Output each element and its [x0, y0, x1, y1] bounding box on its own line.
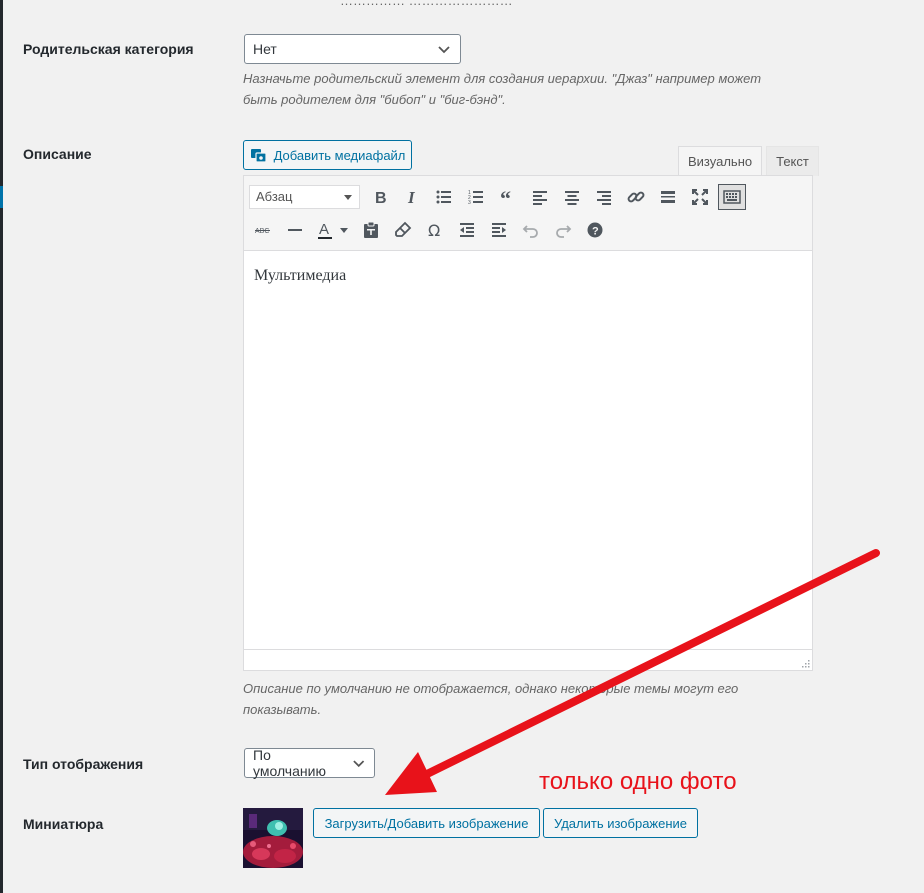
thumbnail-label: Миниатюра	[23, 816, 104, 832]
redo-icon[interactable]	[549, 217, 577, 243]
svg-text:3: 3	[468, 200, 471, 206]
chevron-down-icon	[438, 46, 450, 54]
strikethrough-icon[interactable]: ABC	[249, 217, 277, 243]
tab-text[interactable]: Текст	[766, 146, 819, 176]
annotation-text: только одно фото	[539, 768, 737, 795]
outdent-icon[interactable]	[453, 217, 481, 243]
link-icon[interactable]	[622, 184, 650, 210]
blockquote-icon[interactable]: “	[494, 184, 522, 210]
align-center-icon[interactable]	[558, 184, 586, 210]
read-more-icon[interactable]	[654, 184, 682, 210]
parent-category-hint: Назначьте родительский элемент для созда…	[243, 71, 762, 107]
editor-statusbar	[244, 649, 812, 670]
display-type-value: По умолчанию	[253, 747, 326, 779]
thumbnail-preview	[243, 808, 303, 868]
bullet-list-icon[interactable]	[430, 184, 458, 210]
description-hint: Описание по умолчанию не отображается, о…	[243, 681, 739, 717]
align-left-icon[interactable]	[526, 184, 554, 210]
fullscreen-icon[interactable]	[686, 184, 714, 210]
numbered-list-icon[interactable]: 123	[462, 184, 490, 210]
indent-icon[interactable]	[485, 217, 513, 243]
clear-formatting-icon[interactable]	[389, 217, 417, 243]
format-select[interactable]: Абзац	[249, 184, 360, 209]
toolbar-toggle-icon[interactable]	[718, 183, 746, 210]
format-value: Абзац	[256, 189, 293, 204]
media-icon	[250, 149, 267, 163]
svg-text:Ω: Ω	[428, 221, 440, 240]
help-icon[interactable]: ?	[581, 217, 609, 243]
bold-icon[interactable]: B	[366, 184, 394, 210]
horizontal-line-icon[interactable]	[281, 217, 309, 243]
description-editor: Абзац B I 123 “ ABC A Ω ? Мультимедиа	[243, 175, 813, 671]
editor-content[interactable]: Мультимедиа	[244, 251, 812, 649]
thumbnail-image	[243, 808, 303, 868]
description-label: Описание	[23, 146, 92, 162]
editor-tabs: Визуально Текст	[678, 146, 819, 176]
parent-category-label: Родительская категория	[23, 41, 194, 57]
parent-category-select[interactable]: Нет	[244, 34, 461, 64]
add-media-label: Добавить медиафайл	[273, 147, 406, 163]
cropped-text: …………… ……………………	[340, 0, 513, 8]
editor-toolbar: Абзац B I 123 “ ABC A Ω ?	[244, 176, 812, 251]
parent-category-value: Нет	[253, 41, 277, 57]
tab-visual[interactable]: Визуально	[678, 146, 763, 176]
special-character-icon[interactable]: Ω	[421, 217, 449, 243]
caret-down-icon	[344, 194, 352, 200]
svg-text:“: “	[500, 187, 511, 207]
remove-image-button[interactable]: Удалить изображение	[543, 808, 698, 838]
svg-text:A: A	[319, 221, 329, 238]
chevron-down-icon	[352, 760, 364, 768]
text-color-icon[interactable]: A	[313, 217, 353, 243]
svg-text:?: ?	[592, 225, 599, 237]
align-right-icon[interactable]	[590, 184, 618, 210]
admin-sidebar-edge	[0, 0, 3, 893]
undo-icon[interactable]	[517, 217, 545, 243]
paste-text-icon[interactable]	[357, 217, 385, 243]
resize-handle-icon[interactable]	[801, 659, 810, 668]
italic-icon[interactable]: I	[398, 184, 426, 210]
svg-text:ABC: ABC	[255, 228, 269, 235]
svg-text:B: B	[375, 190, 387, 207]
upload-image-button[interactable]: Загрузить/Добавить изображение	[313, 808, 540, 838]
admin-sidebar-active-marker	[0, 186, 3, 208]
svg-text:I: I	[407, 188, 416, 207]
display-type-label: Тип отображения	[23, 756, 144, 772]
display-type-select[interactable]: По умолчанию	[244, 747, 375, 779]
add-media-button[interactable]: Добавить медиафайл	[243, 140, 412, 170]
